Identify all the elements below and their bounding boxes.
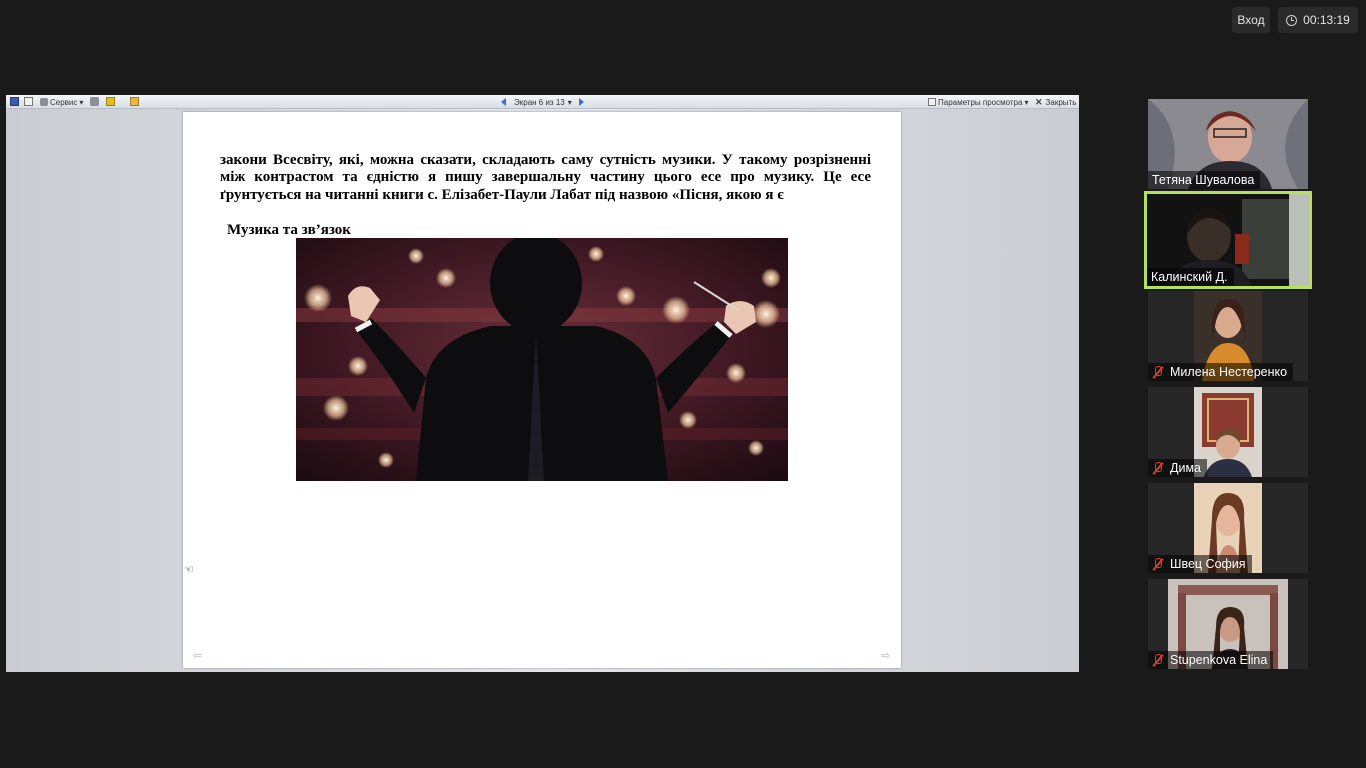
shared-screen: Сервис ▾ Экран 6 из 13 ▾ Параметры просм… [6, 95, 1079, 672]
arrow-right-icon [579, 98, 584, 106]
next-page-icon[interactable]: ⇨ [881, 649, 891, 662]
page-indicator[interactable]: Экран 6 из 13 ▾ [514, 97, 572, 107]
page-indicator-label: Экран 6 из 13 [514, 97, 565, 107]
meeting-timer: 00:13:19 [1278, 7, 1358, 33]
login-button[interactable]: Вход [1232, 7, 1270, 33]
previous-screen-button[interactable] [501, 97, 506, 107]
hand-cursor-icon: ☜ [184, 564, 194, 576]
mic-off-icon [1152, 558, 1164, 570]
chevron-down-icon: ▾ [567, 97, 572, 107]
participant-tile[interactable]: Дима [1148, 387, 1308, 477]
participant-name: Швец София [1170, 557, 1246, 571]
participant-tile[interactable]: Stupenkova Elina [1148, 579, 1308, 669]
chevron-down-icon: ▾ [1024, 97, 1029, 107]
tools-menu[interactable]: Сервис ▾ [40, 97, 83, 107]
participant-tile-active-speaker[interactable]: Калинский Д. [1144, 191, 1312, 289]
participant-name-tag: Швец София [1148, 555, 1252, 573]
participant-name-tag: Милена Нестеренко [1148, 363, 1294, 381]
print-icon[interactable] [24, 97, 33, 106]
participant-name: Милена Нестеренко [1170, 365, 1288, 379]
next-screen-button[interactable] [579, 97, 584, 107]
mic-off-icon [1152, 366, 1164, 378]
folder-icon[interactable] [130, 97, 139, 106]
research-icon[interactable] [90, 97, 99, 106]
participant-tile[interactable]: Швец София [1148, 483, 1308, 573]
arrow-left-icon [501, 98, 506, 106]
viewer-toolbar: Сервис ▾ Экран 6 из 13 ▾ Параметры просм… [6, 95, 1079, 109]
login-label: Вход [1237, 13, 1265, 27]
participant-name: Дима [1170, 461, 1201, 475]
prev-page-icon[interactable]: ⇦ [193, 649, 203, 662]
timer-value: 00:13:19 [1303, 13, 1350, 27]
view-options-icon [928, 98, 936, 106]
mic-off-icon [1152, 462, 1164, 474]
clock-icon [1286, 14, 1298, 26]
mic-off-icon [1152, 654, 1164, 666]
view-options-menu[interactable]: Параметры просмотра ▾ [928, 97, 1028, 107]
participant-name-tag: Дима [1148, 459, 1207, 477]
meeting-window: Вход 00:13:19 Сервис ▾ Экран 6 из 13 ▾ П… [0, 0, 1366, 768]
tools-label: Сервис [50, 97, 78, 107]
close-viewer-button[interactable]: ✕ Закрыть [1035, 97, 1076, 107]
conductor-image [296, 238, 788, 481]
close-label: Закрыть [1045, 97, 1077, 107]
document-paragraph: закони Всесвіту, які, можна сказати, скл… [220, 152, 871, 203]
close-icon: ✕ [1035, 96, 1043, 107]
tools-icon [40, 98, 48, 106]
participant-name: Stupenkova Elina [1170, 653, 1268, 667]
highlight-icon[interactable] [106, 97, 115, 106]
participant-tile[interactable]: Тетяна Шувалова [1148, 99, 1308, 189]
participant-name-tag: Тетяна Шувалова [1148, 171, 1261, 189]
chevron-down-icon: ▾ [79, 97, 84, 107]
document-page: закони Всесвіту, які, можна сказати, скл… [183, 112, 901, 668]
participant-name-tag: Калинский Д. [1147, 268, 1234, 286]
participant-name-tag: Stupenkova Elina [1148, 651, 1274, 669]
participant-name: Калинский Д. [1151, 270, 1228, 284]
participant-tile[interactable]: Милена Нестеренко [1148, 291, 1308, 381]
save-icon[interactable] [10, 97, 19, 106]
view-options-label: Параметры просмотра [938, 97, 1023, 107]
document-heading: Музика та зв’язок [227, 222, 351, 238]
participant-name: Тетяна Шувалова [1152, 173, 1255, 187]
